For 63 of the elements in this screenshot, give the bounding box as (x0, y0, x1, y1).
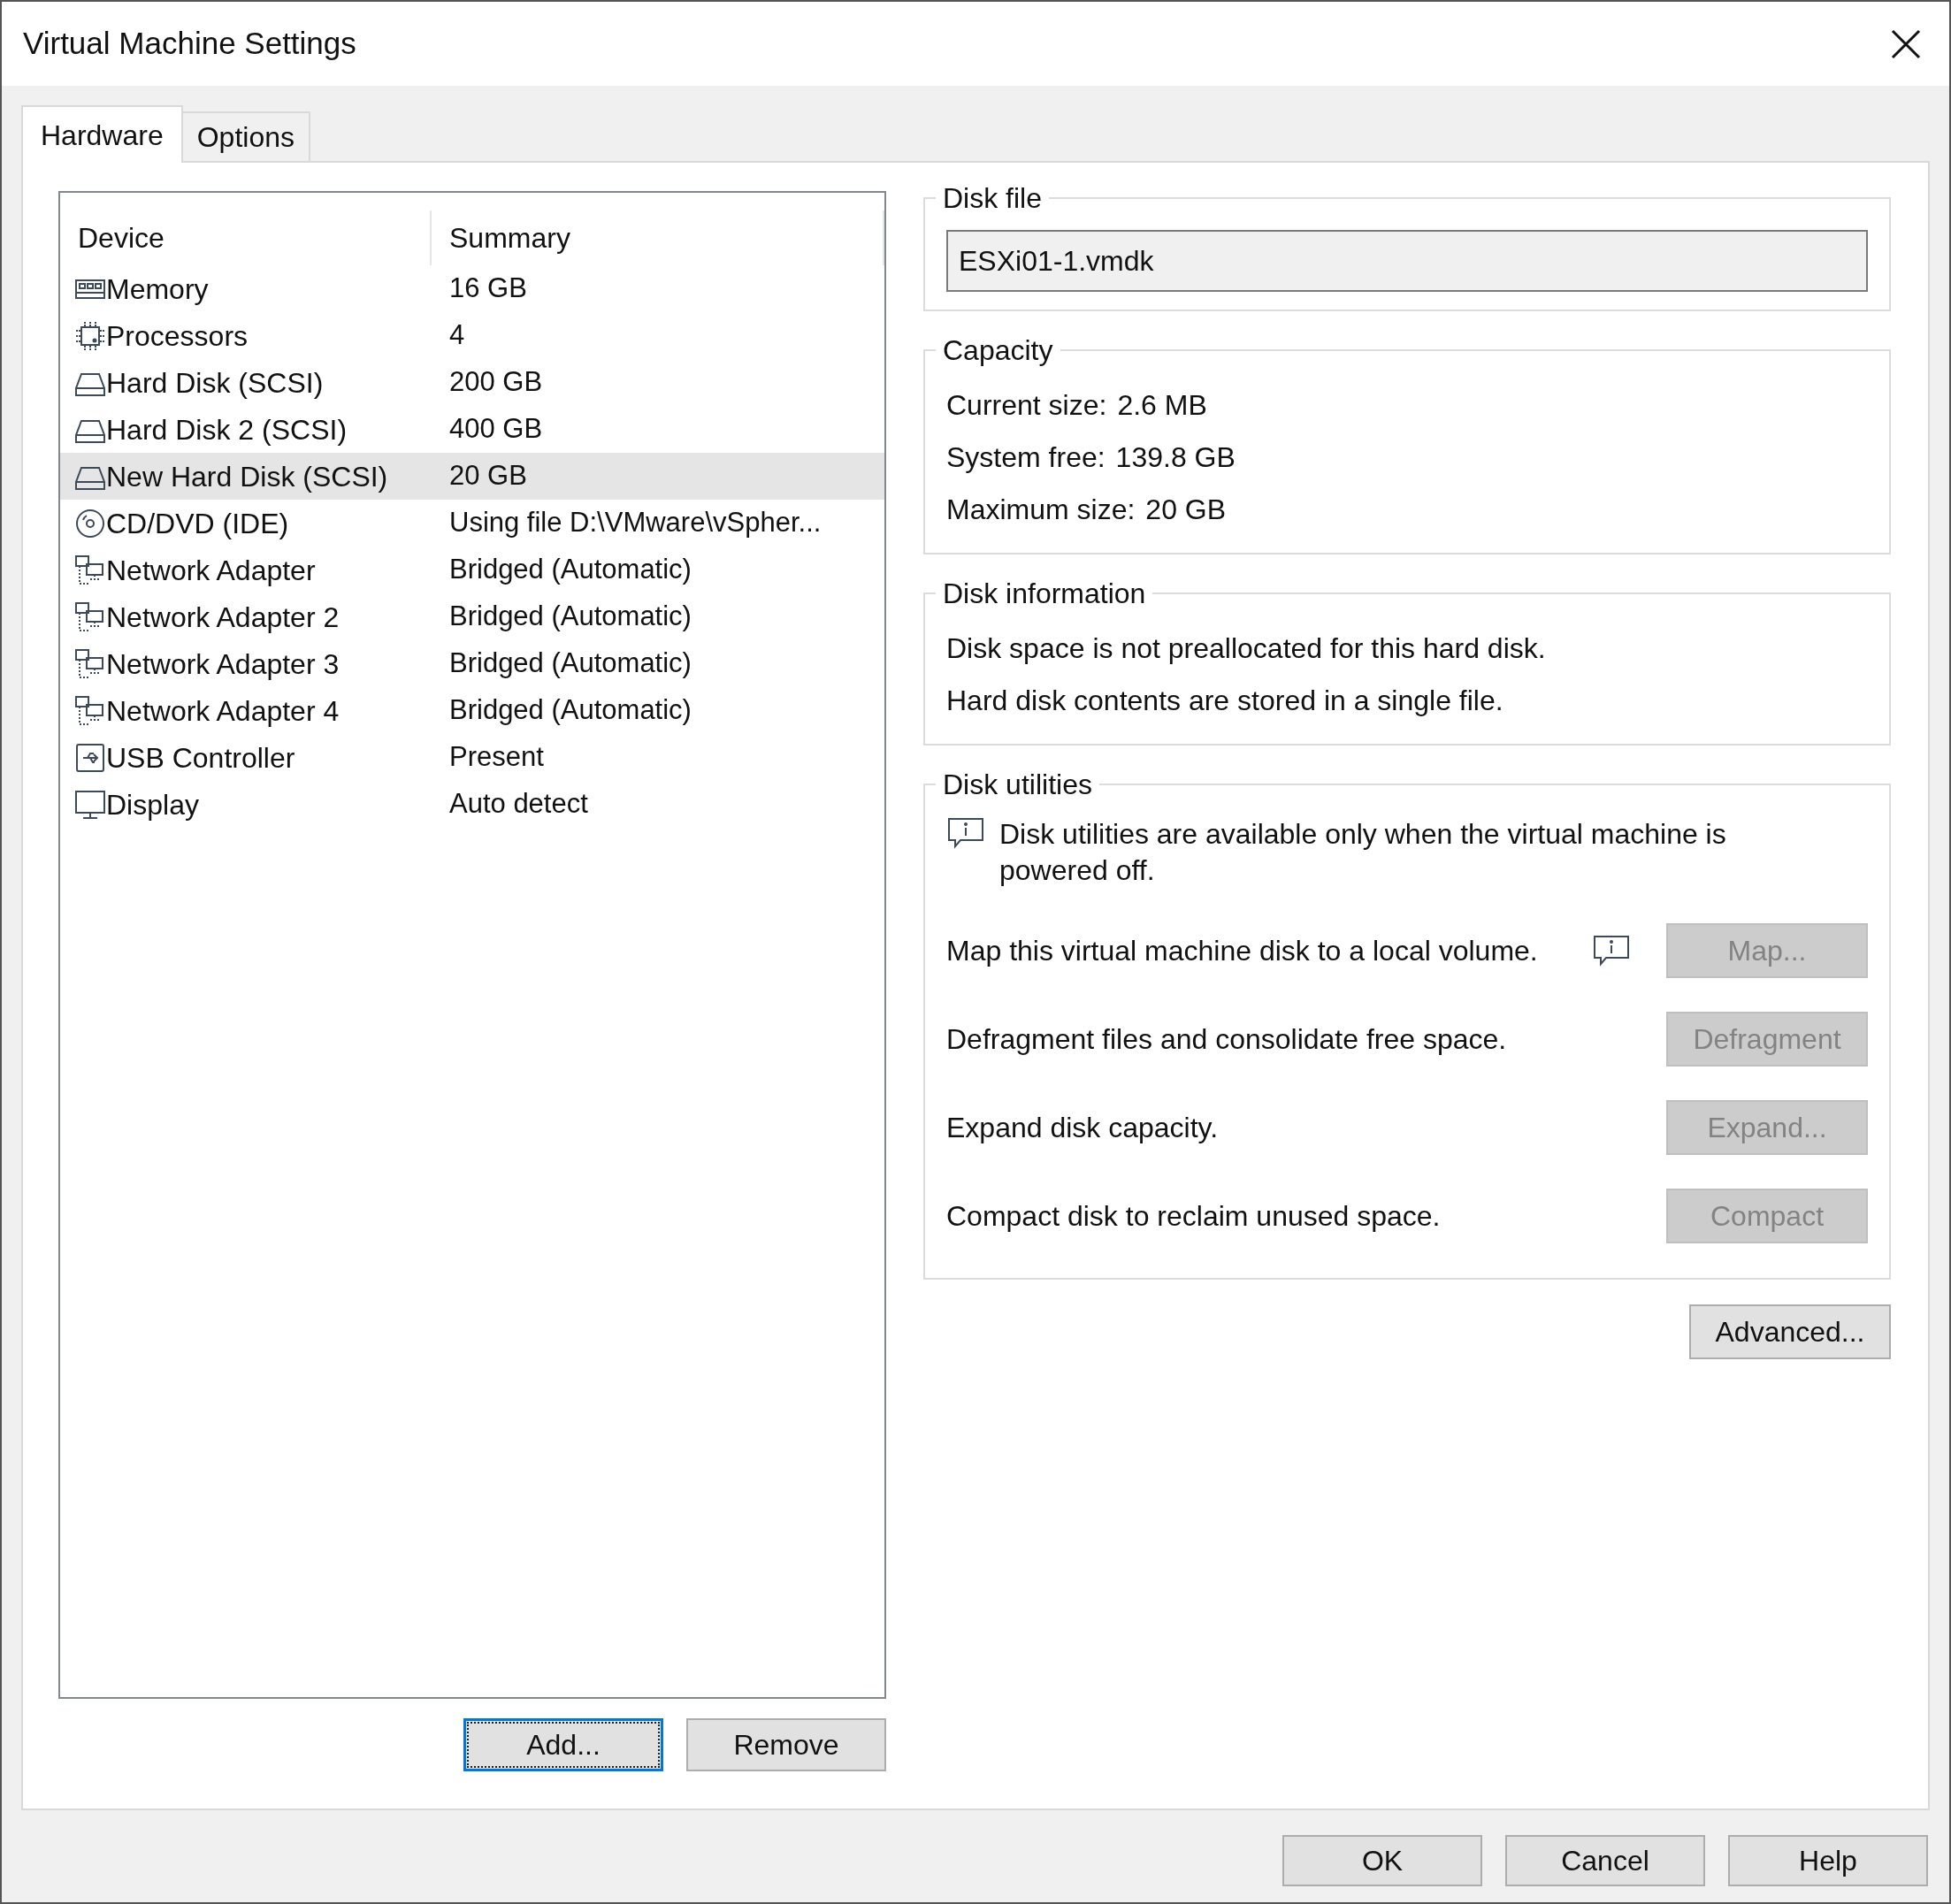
disk-file-field[interactable]: ESXi01-1.vmdk (946, 230, 1868, 292)
device-name: Network Adapter 3 (106, 646, 340, 682)
device-summary: Bridged (Automatic) (448, 646, 692, 681)
info-text: Hard disk contents are stored in a single file. (945, 683, 1504, 718)
close-icon (1891, 28, 1921, 59)
dialog-button[interactable]: OK (1282, 1835, 1482, 1886)
capacity-label: Maximum size: (946, 492, 1136, 527)
device-name: Hard Disk (SCSI) (106, 365, 324, 401)
utility-description: Compact disk to reclaim unused space. (946, 1198, 1442, 1234)
utility-description: Map this virtual machine disk to a local volume. (946, 933, 1539, 968)
device-name: Network Adapter 2 (106, 600, 340, 635)
chip-icon (74, 319, 106, 352)
monitor-icon (74, 788, 106, 821)
capacity-value: 2.6 MB (1117, 387, 1207, 423)
tab[interactable]: Options (182, 111, 310, 161)
device-summary: 16 GB (448, 271, 527, 306)
advanced-button[interactable]: Advanced... (1689, 1304, 1891, 1359)
list-button[interactable]: Add... (463, 1718, 663, 1771)
device-name: New Hard Disk (SCSI) (106, 459, 388, 494)
device-name: Network Adapter (106, 553, 316, 588)
dialog-button[interactable]: Cancel (1505, 1835, 1705, 1886)
device-summary: Bridged (Automatic) (448, 600, 692, 634)
capacity-value: 20 GB (1145, 492, 1227, 527)
group-title: Disk information (942, 577, 1147, 611)
device-summary: Auto detect (448, 787, 588, 822)
network-icon (74, 600, 106, 633)
utility-description: Defragment files and consolidate free space. (946, 1021, 1508, 1057)
device-name: Display (106, 787, 199, 822)
usb-icon (74, 741, 106, 774)
device-summary: Bridged (Automatic) (448, 693, 692, 728)
network-icon (74, 694, 106, 727)
tab[interactable]: Hardware (21, 105, 183, 163)
capacity-value: 139.8 GB (1115, 440, 1236, 475)
capacity-label: Current size: (946, 387, 1107, 423)
utility-description: Expand disk capacity. (946, 1110, 1220, 1145)
list-button[interactable]: Remove (686, 1718, 886, 1771)
network-icon (74, 554, 106, 586)
device-row[interactable]: New Hard Disk (SCSI) 20 GB (60, 453, 884, 500)
device-summary: Using file D:\VMware\vSpher... (448, 506, 822, 540)
info-icon (1592, 934, 1631, 967)
group-title: Disk file (942, 181, 1043, 216)
group-title: Disk utilities (942, 768, 1093, 802)
device-name: Hard Disk 2 (SCSI) (106, 412, 348, 447)
device-name: CD/DVD (IDE) (106, 506, 289, 541)
device-summary: 400 GB (448, 412, 543, 447)
device-summary: 20 GB (448, 459, 527, 493)
info-icon (946, 816, 985, 850)
device-name: Memory (106, 271, 209, 307)
device-name: Processors (106, 318, 249, 354)
capacity-label: System free: (946, 440, 1106, 475)
device-name: USB Controller (106, 740, 295, 776)
device-summary: 4 (448, 318, 465, 353)
disc-icon (74, 507, 106, 539)
device-summary: Present (448, 740, 544, 775)
notice-text: Disk utilities are available only when the virtual machine is powered off. (999, 817, 1727, 888)
window-title: Virtual Machine Settings (23, 25, 356, 63)
device-summary: 200 GB (448, 365, 543, 400)
network-icon (74, 647, 106, 680)
dialog-button[interactable]: Help (1728, 1835, 1928, 1886)
device-summary: Bridged (Automatic) (448, 553, 692, 587)
device-name: Network Adapter 4 (106, 693, 340, 729)
info-text: Disk space is not preallocated for this hard disk. (945, 631, 1547, 666)
group-title: Capacity (942, 333, 1054, 368)
